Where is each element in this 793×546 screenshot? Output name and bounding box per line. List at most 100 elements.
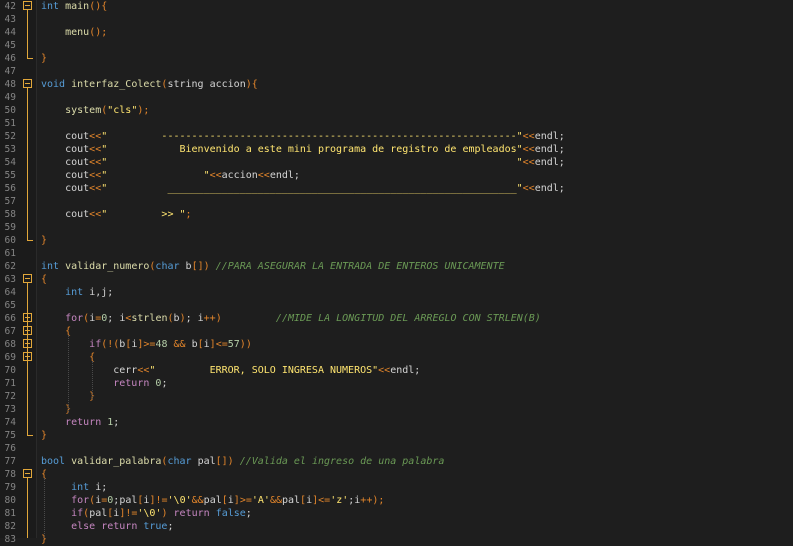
code-line[interactable]: 49	[0, 91, 793, 104]
fold-toggle-icon[interactable]	[23, 1, 32, 10]
line-number: 43	[4, 14, 16, 25]
code-line[interactable]: 67 {	[0, 325, 793, 338]
code-token: '\0'	[137, 508, 162, 519]
code-line[interactable]: 77 bool validar_palabra(char pal[]) //Val…	[0, 455, 793, 468]
code-line[interactable]: 75}	[0, 429, 793, 442]
code-token: " --------------------------------------…	[101, 131, 523, 142]
code-line[interactable]: 60}	[0, 234, 793, 247]
code-line[interactable]: 59	[0, 221, 793, 234]
line-number: 50	[4, 105, 16, 116]
code-line[interactable]: 44 menu();	[0, 26, 793, 39]
line-number: 81	[4, 508, 16, 519]
code-line[interactable]: 81 if(pal[i]!='\0') return false;	[0, 507, 793, 520]
line-number: 60	[4, 235, 16, 246]
code-token: char	[155, 261, 186, 272]
line-number: 82	[4, 521, 16, 532]
code-token: cerr	[41, 365, 138, 376]
code-line[interactable]: 53 cout<<" Bienvenido a este mini progra…	[0, 143, 793, 156]
code-line[interactable]: 56 cout<<" _____________________________…	[0, 182, 793, 195]
code-line[interactable]: 68 if(!(b[i]>=48 && b[i]<=57))	[0, 338, 793, 351]
code-line[interactable]: 74 return 1;	[0, 416, 793, 429]
code-token: <<	[522, 183, 535, 194]
code-line[interactable]: 69 {	[0, 351, 793, 364]
code-line[interactable]: 66 for(i=0; i<strlen(b); i++) //MIDE LA …	[0, 312, 793, 325]
code-line[interactable]: 79 int i;	[0, 481, 793, 494]
code-line[interactable]: 55 cout<<" "<<accion<<endl;	[0, 169, 793, 182]
indent-guide-if	[92, 361, 94, 399]
code-line[interactable]: 64 int i,j;	[0, 286, 793, 299]
code-token: validar_numero	[65, 261, 150, 272]
line-number: 54	[4, 157, 16, 168]
code-line[interactable]: 47	[0, 65, 793, 78]
code-line[interactable]: 72 }	[0, 390, 793, 403]
code-line[interactable]: 50 system("cls");	[0, 104, 793, 117]
code-token: bool	[41, 456, 72, 467]
line-number: 53	[4, 144, 16, 155]
code-token: {	[41, 274, 48, 285]
code-token: for	[65, 313, 84, 324]
code-line[interactable]: 78{	[0, 468, 793, 481]
code-token: //MIDE LA LONGITUD DEL ARREGLO CON STRLE…	[221, 313, 541, 324]
code-line[interactable]: 46}	[0, 52, 793, 65]
code-token: pal	[281, 495, 301, 506]
code-line[interactable]: 48 void interfaz_Colect(string accion){	[0, 78, 793, 91]
code-line[interactable]: 42 int main(){	[0, 0, 793, 13]
code-editor[interactable]: 42 int main(){43 44 menu(); 45 46} 47 48 void i…	[0, 0, 793, 545]
code-token: return	[173, 508, 216, 519]
code-token: pal	[89, 508, 108, 519]
code-token: " >> "	[101, 209, 186, 220]
code-text: }	[41, 52, 47, 65]
code-line[interactable]: 45	[0, 39, 793, 52]
fold-toggle-icon[interactable]	[23, 79, 32, 88]
code-text: int main(){	[41, 0, 107, 13]
fold-toggle-icon[interactable]	[23, 274, 32, 283]
code-line[interactable]: 76	[0, 442, 793, 455]
code-token: cout	[41, 170, 90, 181]
code-token: ;pal	[113, 495, 138, 506]
fold-toggle-icon[interactable]	[23, 469, 32, 478]
line-number: 67	[4, 326, 16, 337]
code-line[interactable]: 71 return 0;	[0, 377, 793, 390]
code-line[interactable]: 80 for(i=0;pal[i]!='\0'&&pal[i]>='A'&&pa…	[0, 494, 793, 507]
code-token: endl;	[269, 170, 300, 181]
code-line[interactable]: 62 int validar_numero(char b[]) //PARA AS…	[0, 260, 793, 273]
line-number: 76	[4, 443, 16, 454]
code-text: int i;	[41, 481, 107, 494]
code-text: for(i=0; i<strlen(b); i++) //MIDE LA LON…	[41, 312, 541, 325]
line-number: 46	[4, 53, 16, 64]
code-line[interactable]: 58 cout<<" >> ";	[0, 208, 793, 221]
code-line[interactable]: 63 {	[0, 273, 793, 286]
code-text: cout<<" "<<accion<<endl;	[41, 169, 300, 182]
code-token: if	[71, 508, 84, 519]
code-token: false	[215, 508, 246, 519]
code-line[interactable]: 43	[0, 13, 793, 26]
code-token: true	[143, 521, 168, 532]
code-line[interactable]: 52 cout<<" -----------------------------…	[0, 130, 793, 143]
code-line[interactable]: 57	[0, 195, 793, 208]
code-line[interactable]: 65	[0, 299, 793, 312]
code-token: <<	[522, 157, 535, 168]
code-text: return 1;	[41, 416, 119, 429]
line-number: 68	[4, 339, 16, 350]
code-token: int	[65, 287, 90, 298]
code-line[interactable]: 70 cerr<<" ERROR, SOLO INGRESA NUMEROS"<…	[0, 364, 793, 377]
code-token: return	[65, 417, 108, 428]
code-token: pal	[203, 495, 222, 506]
fold-bracket-main-end	[27, 58, 33, 59]
code-line[interactable]: 61	[0, 247, 793, 260]
code-line[interactable]: 54 cout<<" "<<endl;	[0, 156, 793, 169]
code-line[interactable]: 73 }	[0, 403, 793, 416]
line-number: 45	[4, 40, 16, 51]
line-number: 83	[4, 534, 16, 545]
line-number: 47	[4, 66, 16, 77]
code-line[interactable]: 51	[0, 117, 793, 130]
fold-bracket-validar-numero	[27, 283, 28, 435]
code-line[interactable]: 83}	[0, 533, 793, 546]
code-line[interactable]: 82 else return true;	[0, 520, 793, 533]
code-token: void	[41, 79, 72, 90]
